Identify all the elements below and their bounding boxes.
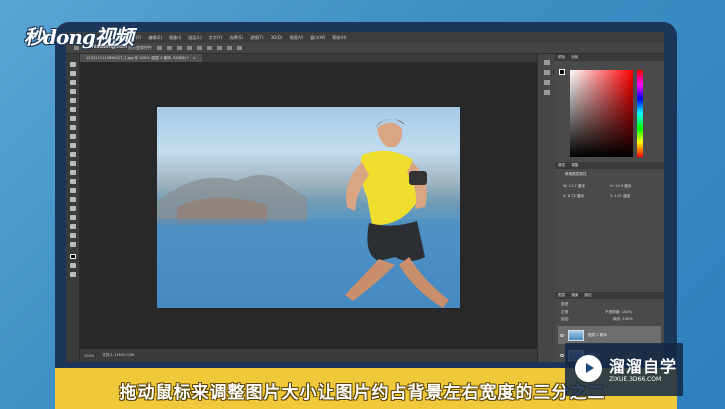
menu-bar: 文件(F) 编辑(E) 图像(I) 图层(L) 文字(Y) 选择(S) 滤镜(T…	[66, 32, 664, 43]
options-bar: 显示变换控件	[66, 43, 664, 54]
zoom-tool-icon[interactable]	[70, 233, 76, 238]
document-tab-label: 1233171115896127_1.jpg @ 100% (图层 0 副本, …	[86, 55, 189, 60]
menu-window[interactable]: 窗口(W)	[310, 35, 325, 40]
menu-help[interactable]: 帮助(H)	[332, 35, 346, 40]
width-field[interactable]: W: 11.7 厘米	[563, 184, 585, 189]
zoom-level[interactable]: 100%	[84, 354, 94, 358]
watermark-badge: 溜溜自学 ZIXUE.3D66.COM	[565, 343, 683, 396]
more-tools-icon[interactable]	[70, 242, 76, 247]
eye-icon[interactable]	[560, 333, 564, 337]
pen-tool-icon[interactable]	[70, 188, 76, 193]
align-left-icon[interactable]	[157, 46, 162, 50]
hand-tool-icon[interactable]	[70, 224, 76, 229]
layers-panel-header: 图层 通道 路径	[555, 292, 664, 299]
align-middle-icon[interactable]	[197, 46, 202, 50]
height-field[interactable]: H: 12.9 厘米	[610, 184, 631, 189]
screen-mode-icon[interactable]	[70, 272, 76, 277]
x-field[interactable]: X: 8.72 厘米	[563, 194, 584, 199]
menu-3d[interactable]: 3D(D)	[271, 35, 283, 40]
brush-tool-icon[interactable]	[70, 125, 76, 130]
menu-filter[interactable]: 滤镜(T)	[250, 35, 264, 40]
history-brush-icon[interactable]	[70, 143, 76, 148]
layer-thumbnail	[568, 329, 584, 341]
tab-layers[interactable]: 图层	[558, 293, 565, 298]
watermark-title: 溜溜自学	[609, 357, 678, 376]
hue-slider[interactable]	[637, 70, 643, 157]
tools-panel	[66, 54, 80, 362]
document-tabs: 1233171115896127_1.jpg @ 100% (图层 0 副本, …	[80, 54, 550, 62]
lasso-tool-icon[interactable]	[70, 80, 76, 85]
y-field[interactable]: Y: 1.51 厘米	[610, 194, 630, 199]
color-panel-header: 颜色 色板	[555, 54, 664, 61]
properties-panel-icon[interactable]	[544, 70, 550, 75]
watermark-url: ZIXUE.3D66.COM	[609, 376, 662, 383]
tab-properties[interactable]: 属性	[558, 163, 565, 168]
tab-adjustments[interactable]: 调整	[571, 163, 578, 168]
align-center-icon[interactable]	[167, 46, 172, 50]
align-top-icon[interactable]	[187, 46, 192, 50]
layer-kind-filter[interactable]: 类型	[561, 302, 568, 307]
gradient-tool-icon[interactable]	[70, 161, 76, 166]
runner-photo-art	[157, 118, 460, 308]
menu-image[interactable]: 图像(I)	[169, 35, 181, 40]
menu-select[interactable]: 选择(S)	[229, 35, 243, 40]
eraser-tool-icon[interactable]	[70, 152, 76, 157]
status-bar: 100% 文档:1.11M/5.02M	[80, 349, 537, 362]
tab-channels[interactable]: 通道	[571, 293, 578, 298]
close-icon[interactable]: ×	[193, 56, 196, 60]
opacity-field[interactable]: 不透明度: 100%	[605, 310, 632, 315]
paragraph-panel-icon[interactable]	[544, 90, 550, 95]
layer-name: 图层 0 副本	[588, 332, 607, 337]
menu-type[interactable]: 文字(Y)	[209, 35, 223, 40]
quick-select-tool-icon[interactable]	[70, 89, 76, 94]
tab-swatches[interactable]: 色板	[571, 55, 578, 60]
brand-logo-sub: miaodong.com	[90, 44, 128, 50]
foreground-color-swatch[interactable]	[559, 69, 565, 75]
quick-mask-icon[interactable]	[70, 263, 76, 268]
tab-paths[interactable]: 路径	[584, 293, 591, 298]
distribute-icon[interactable]	[217, 46, 222, 50]
healing-brush-icon[interactable]	[70, 116, 76, 121]
dodge-tool-icon[interactable]	[70, 179, 76, 184]
foreground-color-swatch[interactable]	[70, 254, 76, 259]
blur-tool-icon[interactable]	[70, 170, 76, 175]
collapsed-panel-strip	[537, 54, 555, 362]
tab-color[interactable]: 颜色	[558, 55, 565, 60]
shape-tool-icon[interactable]	[70, 215, 76, 220]
history-panel-icon[interactable]	[544, 60, 550, 65]
path-select-icon[interactable]	[70, 206, 76, 211]
runner-photo[interactable]	[157, 107, 460, 308]
clone-stamp-icon[interactable]	[70, 134, 76, 139]
3d-mode-icon[interactable]	[237, 46, 242, 50]
layer-row-copy[interactable]: 图层 0 副本	[558, 326, 661, 344]
fill-field[interactable]: 填充: 100%	[613, 317, 633, 322]
document-tab[interactable]: 1233171115896127_1.jpg @ 100% (图层 0 副本, …	[80, 54, 202, 62]
play-logo-icon	[575, 355, 602, 382]
properties-panel-header: 属性 调整	[555, 162, 664, 169]
move-tool-icon[interactable]	[70, 62, 76, 67]
eyedropper-tool-icon[interactable]	[70, 107, 76, 112]
blend-mode-select[interactable]: 正常	[561, 310, 568, 315]
align-right-icon[interactable]	[177, 46, 182, 50]
distribute-icon[interactable]	[227, 46, 232, 50]
menu-layer[interactable]: 图层(L)	[188, 35, 201, 40]
color-picker-field[interactable]	[570, 70, 633, 157]
crop-tool-icon[interactable]	[70, 98, 76, 103]
right-panels: 颜色 色板 属性 调整 像素图层属性 W: 11.7 厘米 H: 12.9 厘米…	[555, 54, 664, 362]
align-bottom-icon[interactable]	[207, 46, 212, 50]
character-panel-icon[interactable]	[544, 80, 550, 85]
document-size: 文档:1.11M/5.02M	[102, 353, 135, 357]
menu-edit[interactable]: 编辑(E)	[148, 35, 162, 40]
marquee-tool-icon[interactable]	[70, 71, 76, 76]
type-tool-icon[interactable]	[70, 197, 76, 202]
lock-label: 锁定:	[561, 317, 570, 321]
properties-title: 像素图层属性	[565, 172, 587, 176]
eye-icon[interactable]	[560, 353, 564, 357]
menu-view[interactable]: 视图(V)	[289, 35, 303, 40]
